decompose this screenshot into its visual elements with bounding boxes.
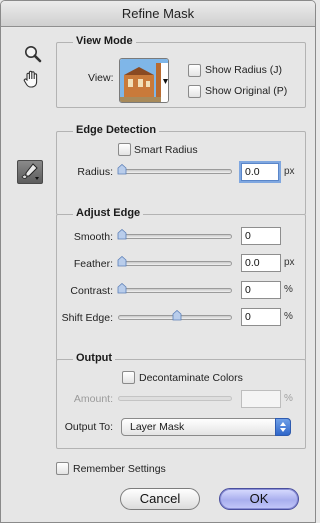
- refine-radius-tool-button[interactable]: [17, 160, 43, 184]
- shift-edge-unit: %: [284, 311, 293, 322]
- cancel-button[interactable]: Cancel: [120, 488, 200, 510]
- updown-arrows-icon: [280, 422, 286, 432]
- zoom-magnifier-icon[interactable]: [22, 43, 44, 65]
- radius-slider-thumb[interactable]: [117, 164, 127, 175]
- view-mode-picker[interactable]: [119, 58, 169, 103]
- view-thumbnail-image: [120, 59, 168, 102]
- dialog-title: Refine Mask: [1, 1, 315, 27]
- radius-slider[interactable]: [118, 169, 232, 174]
- feather-label: Feather:: [73, 258, 113, 270]
- view-label: View:: [88, 72, 114, 84]
- adjust-edge-legend: Adjust Edge: [73, 207, 144, 219]
- contrast-input[interactable]: 0: [241, 281, 281, 299]
- feather-slider-thumb[interactable]: [117, 256, 127, 267]
- smooth-slider[interactable]: [118, 234, 232, 239]
- radius-input[interactable]: 0.0: [241, 163, 279, 181]
- decontaminate-colors-checkbox[interactable]: [122, 371, 135, 384]
- output-legend: Output: [73, 352, 116, 364]
- contrast-slider[interactable]: [118, 288, 232, 293]
- feather-input[interactable]: 0.0: [241, 254, 281, 272]
- amount-slider[interactable]: [118, 396, 232, 401]
- output-to-select[interactable]: Layer Mask: [121, 418, 291, 436]
- refine-mask-dialog: Refine Mask View Mode View: Show Radius …: [0, 0, 316, 523]
- amount-label: Amount:: [73, 393, 113, 405]
- smart-radius-checkbox[interactable]: [118, 143, 131, 156]
- radius-label: Radius:: [77, 166, 113, 178]
- contrast-slider-thumb[interactable]: [117, 283, 127, 294]
- smooth-input[interactable]: 0: [241, 227, 281, 245]
- smooth-label: Smooth:: [73, 231, 113, 243]
- remember-settings-checkbox[interactable]: [56, 462, 69, 475]
- show-original-checkbox[interactable]: [188, 85, 201, 98]
- edge-detection-legend: Edge Detection: [73, 124, 160, 136]
- view-mode-legend: View Mode: [73, 35, 136, 47]
- radius-unit: px: [284, 166, 295, 177]
- contrast-label: Contrast:: [70, 285, 113, 297]
- feather-slider[interactable]: [118, 261, 232, 266]
- hand-icon[interactable]: [21, 68, 43, 90]
- shift-edge-slider-thumb[interactable]: [172, 310, 182, 321]
- show-original-label: Show Original (P): [205, 85, 288, 97]
- shift-edge-label: Shift Edge:: [61, 312, 113, 324]
- decontaminate-colors-label: Decontaminate Colors: [139, 372, 243, 384]
- show-radius-label: Show Radius (J): [205, 64, 283, 76]
- shift-edge-input[interactable]: 0: [241, 308, 281, 326]
- select-arrows: [275, 418, 291, 436]
- contrast-unit: %: [284, 284, 293, 295]
- remember-settings-label: Remember Settings: [73, 463, 166, 475]
- output-to-value: Layer Mask: [130, 421, 185, 433]
- dialog-body: View Mode View: Show Radius (J) Show Ori…: [1, 28, 315, 522]
- feather-unit: px: [284, 257, 295, 268]
- amount-unit: %: [284, 393, 293, 404]
- smooth-slider-thumb[interactable]: [117, 229, 127, 240]
- ok-button[interactable]: OK: [219, 488, 299, 510]
- smart-radius-label: Smart Radius: [134, 144, 198, 156]
- show-radius-checkbox[interactable]: [188, 64, 201, 77]
- refine-radius-brush-icon: [21, 163, 39, 180]
- amount-input[interactable]: [241, 390, 281, 408]
- output-to-label: Output To:: [64, 421, 113, 433]
